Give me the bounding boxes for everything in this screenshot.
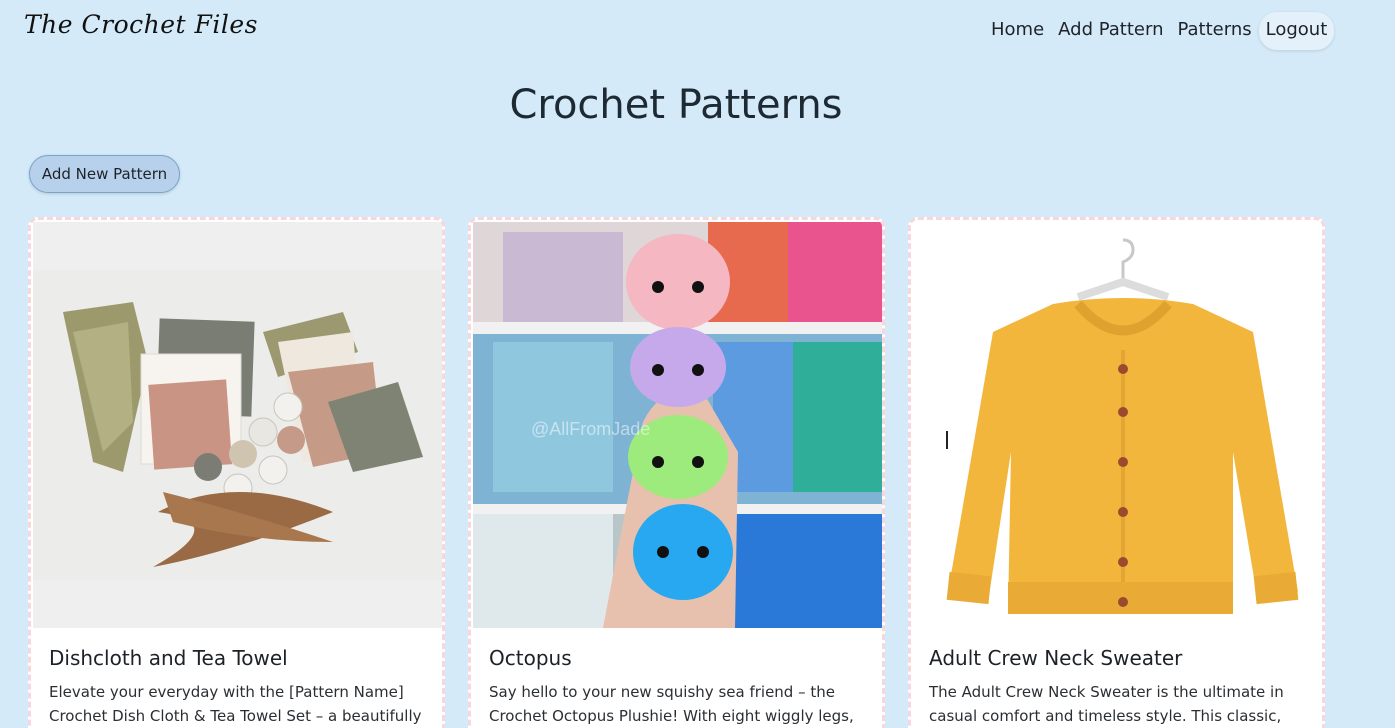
card-description: Say hello to your new squishy sea friend… — [489, 683, 854, 725]
page-title: Crochet Patterns — [509, 82, 843, 128]
card-body: Dishcloth and Tea Towel Elevate your eve… — [33, 628, 442, 728]
pattern-image-dishcloth[interactable] — [33, 222, 442, 628]
nav-home[interactable]: Home — [984, 12, 1051, 50]
card-description: The Adult Crew Neck Sweater is the ultim… — [929, 683, 1284, 725]
brand-logo[interactable]: The Crochet Files — [24, 10, 258, 39]
card-body: Adult Crew Neck Sweater The Adult Crew N… — [913, 628, 1322, 728]
add-new-pattern-button[interactable]: Add New Pattern — [29, 155, 180, 193]
navbar: The Crochet Files Home Add Pattern Patte… — [0, 0, 1395, 60]
pattern-card-dishcloth[interactable]: Dishcloth and Tea Towel Elevate your eve… — [28, 217, 445, 728]
nav-logout[interactable]: Logout — [1258, 12, 1335, 50]
pattern-card-octopus[interactable]: @AllFromJade Octopus Say hello to your n… — [468, 217, 885, 728]
card-body: Octopus Say hello to your new squishy se… — [473, 628, 882, 728]
card-title[interactable]: Octopus — [489, 646, 866, 670]
text-cursor-icon — [946, 431, 948, 449]
nav-add-pattern[interactable]: Add Pattern — [1051, 12, 1170, 50]
nav-patterns[interactable]: Patterns — [1170, 12, 1258, 50]
card-description: Elevate your everyday with the [Pattern … — [49, 683, 422, 725]
pattern-image-sweater[interactable] — [913, 222, 1322, 628]
pattern-image-octopus[interactable]: @AllFromJade — [473, 222, 882, 628]
card-title[interactable]: Dishcloth and Tea Towel — [49, 646, 426, 670]
image-watermark: @AllFromJade — [531, 419, 650, 439]
nav-links: Home Add Pattern Patterns Logout — [984, 12, 1335, 50]
pattern-card-sweater[interactable]: Adult Crew Neck Sweater The Adult Crew N… — [908, 217, 1325, 728]
card-title[interactable]: Adult Crew Neck Sweater — [929, 646, 1306, 670]
